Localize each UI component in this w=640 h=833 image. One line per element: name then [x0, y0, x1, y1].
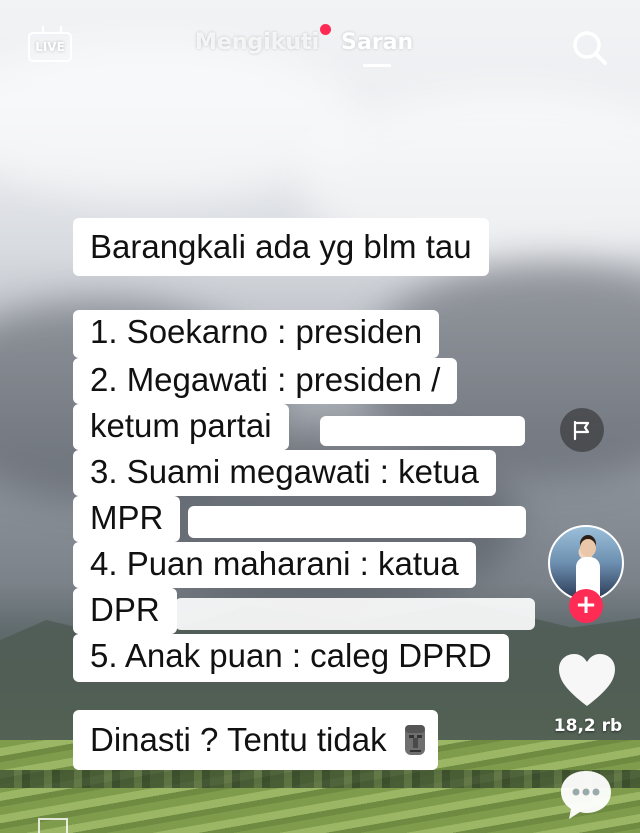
flag-icon — [573, 420, 590, 441]
feed-tabs: Mengikuti Saran — [195, 24, 413, 55]
like-count: 18,2 rb — [553, 716, 623, 736]
caption-redaction-bar — [175, 598, 535, 630]
report-button[interactable] — [560, 408, 604, 452]
moai-emoji-icon — [404, 725, 425, 755]
search-button[interactable] — [570, 28, 610, 68]
tab-following[interactable]: Mengikuti — [195, 24, 332, 55]
caption-line: 5. Anak puan : caleg DPRD — [73, 634, 509, 682]
caption-line: 2. Megawati : presiden / — [73, 358, 458, 404]
bottom-partial-icon — [38, 818, 68, 833]
tree-line — [0, 770, 640, 788]
caption-redaction-bar — [188, 506, 526, 538]
caption-line: MPR — [73, 496, 181, 542]
caption-line: DPR — [73, 588, 177, 634]
tab-following-label: Mengikuti — [195, 30, 320, 55]
caption-line: 4. Puan maharani : katua — [73, 542, 476, 588]
caption-line: 3. Suami megawati : ketua — [73, 450, 496, 496]
notification-dot — [320, 24, 332, 35]
comment-button[interactable] — [557, 765, 615, 823]
tab-for-you-label: Saran — [341, 30, 414, 55]
comment-icon — [561, 771, 611, 819]
caption-redaction-bar — [320, 416, 525, 446]
heart-icon — [559, 654, 615, 706]
live-button[interactable]: LIVE — [28, 32, 72, 62]
like-button[interactable] — [556, 652, 618, 710]
follow-button[interactable]: + — [569, 589, 603, 623]
avatar-head — [580, 539, 596, 557]
caption-closing-text: Dinasti ? Tentu tidak — [90, 721, 387, 758]
caption-line: ketum partai — [73, 404, 289, 450]
search-icon — [573, 31, 607, 65]
caption-title: Barangkali ada yg blm tau — [73, 218, 489, 276]
caption-closing: Dinasti ? Tentu tidak — [73, 710, 438, 770]
caption-line: 1. Soekarno : presiden — [73, 310, 440, 358]
tab-for-you[interactable]: Saran — [341, 30, 413, 55]
